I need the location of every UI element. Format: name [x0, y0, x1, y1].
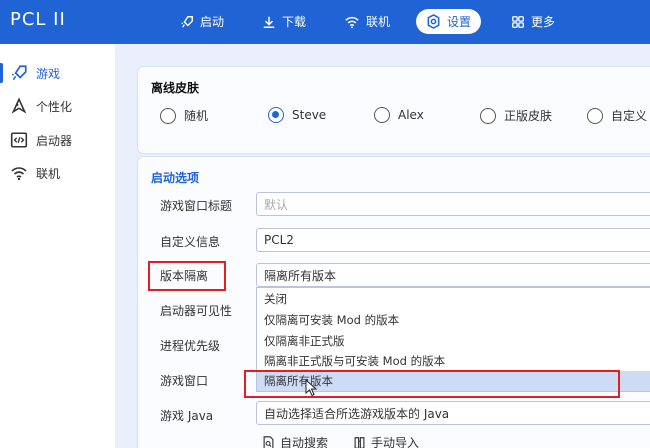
- download-icon: [263, 16, 275, 28]
- radio-steve[interactable]: Steve: [268, 107, 326, 123]
- nav-settings[interactable]: 设置: [416, 9, 482, 34]
- dropdown-option[interactable]: 关闭: [257, 289, 650, 309]
- code-window-icon: [10, 132, 28, 148]
- priority-label: 进程优先级: [160, 339, 221, 353]
- isolation-select[interactable]: 隔离所有版本: [256, 263, 650, 287]
- radio-dot: [587, 107, 603, 124]
- import-icon: [354, 436, 365, 448]
- nav-download-label: 下载: [282, 15, 307, 29]
- launch-options-card: 启动选项 游戏窗口标题 默认 自定义信息 PCL2 版本隔离 隔离所有版本 启动…: [137, 156, 650, 448]
- search-doc-icon: [263, 435, 274, 448]
- sidebar-item-label: 联机: [36, 166, 61, 181]
- java-label: 游戏 Java: [160, 409, 214, 423]
- radio-label: Alex: [398, 108, 424, 122]
- window-title-label: 游戏窗口标题: [160, 199, 233, 213]
- nav-settings-label: 设置: [447, 15, 472, 29]
- nav-online[interactable]: 联机: [334, 9, 400, 34]
- highlight-box: [244, 370, 620, 398]
- radio-label: Steve: [292, 108, 327, 122]
- radio-alex[interactable]: Alex: [374, 107, 424, 123]
- radio-dot: [480, 107, 496, 124]
- nav-more[interactable]: 更多: [501, 9, 565, 34]
- nav-launch-label: 启动: [200, 15, 225, 29]
- sidebar-item-personalize[interactable]: 个性化: [0, 91, 115, 121]
- radio-dot: [160, 107, 176, 124]
- rocket-icon: [181, 15, 193, 28]
- dropdown-option[interactable]: 隔离非正式版与可安装 Mod 的版本: [257, 351, 650, 371]
- custom-info-input[interactable]: PCL2: [256, 228, 650, 252]
- launcher-visibility-label: 启动器可见性: [160, 304, 233, 318]
- highlight-box: [148, 261, 226, 291]
- nav-download[interactable]: 下载: [252, 9, 316, 34]
- nav-launch[interactable]: 启动: [170, 9, 234, 34]
- gear-icon: [427, 14, 440, 29]
- auto-search-button[interactable]: 自动搜索: [262, 434, 328, 448]
- rocket-icon: [11, 65, 27, 81]
- active-indicator: [0, 63, 3, 83]
- palette-icon: [11, 97, 27, 114]
- sidebar-item-label: 个性化: [36, 99, 73, 114]
- sidebar-item-game[interactable]: 游戏: [0, 58, 115, 88]
- offline-skin-card: 离线皮肤 随机 Steve Alex 正版皮肤 自定义: [137, 66, 650, 154]
- settings-content: 离线皮肤 随机 Steve Alex 正版皮肤 自定义 启动选项 游戏窗口标题 …: [115, 44, 650, 448]
- radio-official-skin[interactable]: 正版皮肤: [480, 107, 552, 124]
- custom-info-label: 自定义信息: [160, 235, 221, 249]
- sidebar-item-online[interactable]: 联机: [0, 158, 115, 188]
- card-title: 离线皮肤: [151, 81, 200, 95]
- nav-online-label: 联机: [366, 15, 391, 29]
- radio-custom[interactable]: 自定义: [587, 107, 647, 124]
- radio-label: 随机: [184, 109, 209, 123]
- nav-more-label: 更多: [531, 15, 556, 29]
- dropdown-option[interactable]: 仅隔离可安装 Mod 的版本: [257, 310, 650, 330]
- app-title: PCL II: [10, 9, 66, 30]
- radio-random[interactable]: 随机: [160, 107, 208, 124]
- window-title-input[interactable]: 默认: [256, 192, 650, 216]
- grid-icon: [512, 15, 524, 28]
- mouse-cursor-icon: [305, 379, 317, 397]
- manual-import-button[interactable]: 手动导入: [353, 434, 419, 448]
- game-window-label: 游戏窗口: [160, 374, 209, 388]
- card-title: 启动选项: [151, 171, 200, 185]
- action-label: 自动搜索: [280, 436, 329, 448]
- dropdown-option[interactable]: 仅隔离非正式版: [257, 331, 650, 351]
- sidebar: 游戏 个性化 启动器 联机: [0, 44, 115, 448]
- wifi-icon: [345, 16, 359, 28]
- radio-dot: [268, 107, 284, 123]
- java-select[interactable]: 自动选择适合所选游戏版本的 Java: [256, 401, 650, 425]
- top-bar: PCL II 启动 下载 联机 设置 更多: [0, 0, 650, 44]
- radio-dot: [374, 107, 390, 123]
- sidebar-item-launcher[interactable]: 启动器: [0, 125, 115, 155]
- sidebar-item-label: 游戏: [36, 66, 61, 81]
- radio-label: 正版皮肤: [504, 109, 553, 123]
- action-label: 手动导入: [371, 436, 420, 448]
- wifi-icon: [11, 167, 27, 181]
- sidebar-item-label: 启动器: [36, 133, 73, 148]
- radio-label: 自定义: [611, 109, 648, 123]
